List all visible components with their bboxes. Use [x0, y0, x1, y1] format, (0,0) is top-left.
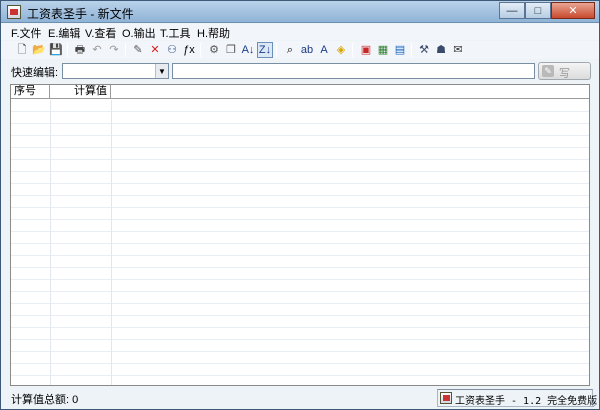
menu-help[interactable]: H.帮助	[197, 25, 230, 41]
open-folder-icon[interactable]: 📂	[31, 42, 47, 58]
menu-output[interactable]: O.输出	[122, 25, 156, 41]
toolbar-separator	[411, 43, 412, 57]
grid-column-divider	[50, 100, 51, 385]
close-button[interactable]: ✕	[551, 2, 595, 19]
sort-descending-icon[interactable]: Z↓	[257, 42, 273, 58]
tree-icon[interactable]: ⚇	[164, 42, 180, 58]
toolbar-separator	[67, 43, 68, 57]
window-title: 工资表圣手 - 新文件	[27, 7, 134, 21]
column-header-value[interactable]: 计算值	[50, 85, 111, 99]
menu-file[interactable]: F.文件	[11, 25, 42, 41]
data-grid[interactable]: 序号 计算值	[10, 84, 590, 386]
app-info-panel: 工资表圣手 - 1.2 完全免费版	[437, 389, 597, 407]
fill-color-icon[interactable]: ◈	[333, 42, 349, 58]
pen-icon: ✎	[542, 65, 554, 77]
new-file-icon[interactable]: 🗋	[14, 42, 30, 58]
column-header-index[interactable]: 序号	[11, 85, 50, 99]
title-bar[interactable]: 工资表圣手 - 新文件 — □ ✕	[1, 1, 599, 23]
save-icon[interactable]: 💾	[48, 42, 64, 58]
settings-icon[interactable]: ⚒	[416, 42, 432, 58]
field-select-combobox[interactable]: ▼	[62, 63, 169, 79]
quick-edit-bar: 快速编辑: ▼ ✎ 写 入	[1, 61, 599, 96]
menu-tools[interactable]: T.工具	[160, 25, 191, 41]
toolbar-separator	[200, 43, 201, 57]
chevron-down-icon[interactable]: ▼	[155, 64, 168, 78]
windows-icon[interactable]: ❐	[223, 42, 239, 58]
total-value-status: 计算值总额: 0	[11, 394, 79, 406]
app-icon[interactable]	[7, 5, 21, 19]
menu-edit[interactable]: E.编辑	[48, 25, 80, 41]
gears-icon[interactable]: ⚙	[206, 42, 222, 58]
grid-column-divider	[111, 100, 112, 385]
delete-icon[interactable]: ✕	[147, 42, 163, 58]
toolbar-separator	[352, 43, 353, 57]
sort-ascending-icon[interactable]: A↓	[240, 42, 256, 58]
export-excel-icon[interactable]: ▦	[375, 42, 391, 58]
write-button[interactable]: ✎ 写 入	[538, 62, 591, 96]
font-color-icon[interactable]: A	[316, 42, 332, 58]
users-icon[interactable]: ☗	[433, 42, 449, 58]
grid-body[interactable]	[11, 100, 589, 385]
replace-icon[interactable]: ab	[299, 42, 315, 58]
print-icon[interactable]: 🖶	[72, 42, 88, 58]
edit-icon[interactable]: ✎	[130, 42, 146, 58]
toolbar: 🗋 📂 💾 🖶 ↶ ↷ ✎ ✕ ⚇ ƒx ⚙ ❐ A↓ Z↓ ⌕ ab A ◈ …	[1, 41, 599, 59]
menu-bar: F.文件 E.编辑 V.查看 O.输出 T.工具 H.帮助	[1, 24, 599, 40]
toolbar-separator	[125, 43, 126, 57]
main-window: 工资表圣手 - 新文件 — □ ✕ F.文件 E.编辑 V.查看 O.输出 T.…	[0, 0, 600, 410]
minimize-button[interactable]: —	[499, 2, 525, 19]
quick-edit-label: 快速编辑:	[11, 67, 59, 79]
export-pdf-icon[interactable]: ▣	[358, 42, 374, 58]
maximize-button[interactable]: □	[525, 2, 551, 19]
export-word-icon[interactable]: ▤	[392, 42, 408, 58]
status-bar: 计算值总额: 0 工资表圣手 - 1.2 完全免费版	[1, 388, 599, 409]
app-info-text: 工资表圣手 - 1.2 完全免费版	[455, 396, 598, 407]
quick-edit-input[interactable]	[172, 63, 535, 79]
window-controls: — □ ✕	[499, 2, 595, 19]
mail-icon[interactable]: ✉	[450, 42, 466, 58]
function-icon[interactable]: ƒx	[181, 42, 197, 58]
grid-header: 序号 计算值	[11, 85, 589, 99]
resize-grip[interactable]	[589, 399, 597, 407]
app-logo-icon	[440, 392, 452, 404]
toolbar-separator	[276, 43, 277, 57]
undo-icon[interactable]: ↶	[89, 42, 105, 58]
find-icon[interactable]: ⌕	[282, 42, 298, 58]
menu-view[interactable]: V.查看	[85, 25, 116, 41]
redo-icon[interactable]: ↷	[106, 42, 122, 58]
